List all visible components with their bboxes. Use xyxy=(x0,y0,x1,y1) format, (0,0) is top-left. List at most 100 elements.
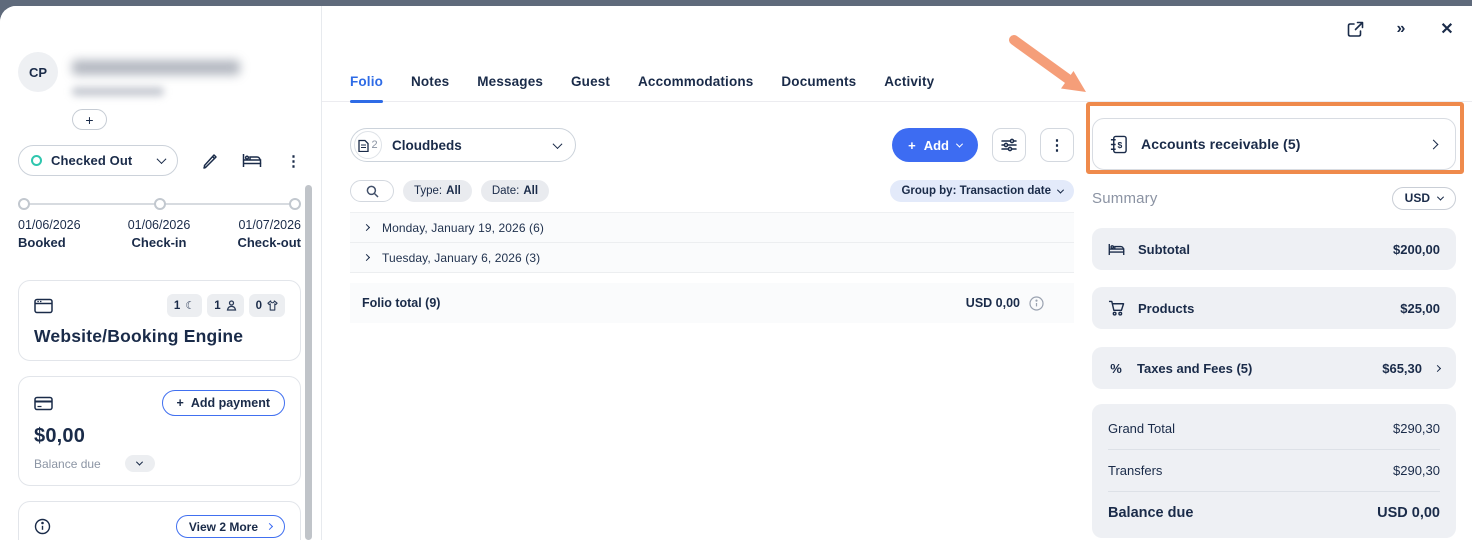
tab-documents[interactable]: Documents xyxy=(781,62,856,102)
balance-due-label: Balance due xyxy=(1108,505,1193,521)
folio-content: 2 Cloudbeds + Add xyxy=(322,102,1472,540)
ledger-icon: $ xyxy=(1109,135,1128,154)
person-icon xyxy=(226,300,237,311)
chevron-right-icon xyxy=(363,224,370,231)
group-by-dropdown[interactable]: Group by: Transaction date xyxy=(890,180,1074,202)
summary-header: Summary USD xyxy=(1092,186,1456,210)
group-by-label: Group by: Transaction date xyxy=(901,185,1051,197)
close-drawer-button[interactable]: ✕ xyxy=(1436,18,1458,40)
booking-source-card: 1 ☾ 1 0 xyxy=(18,280,301,361)
filter-settings-button[interactable] xyxy=(992,128,1026,162)
add-tag-button[interactable]: + xyxy=(72,109,107,130)
children-count: 0 xyxy=(256,300,262,312)
detail-tabs: Folio Notes Messages Guest Accommodation… xyxy=(322,62,1472,102)
balance-due-row: Balance due USD 0,00 xyxy=(1108,492,1440,534)
guest-name-redacted xyxy=(72,60,240,75)
add-payment-label: Add payment xyxy=(191,396,270,410)
date-filter-chip[interactable]: Date: All xyxy=(481,180,549,202)
add-payment-button[interactable]: + Add payment xyxy=(162,390,286,416)
balance-due-amount: USD 0,00 xyxy=(1377,505,1440,521)
folio-selector-dropdown[interactable]: 2 Cloudbeds xyxy=(350,128,576,162)
chevron-down-icon xyxy=(157,154,167,164)
info-icon xyxy=(34,518,51,535)
stay-timeline: 01/06/2026 Booked 01/06/2026 Check-in 01… xyxy=(18,198,301,256)
view-more-button[interactable]: View 2 More xyxy=(176,515,285,538)
cart-icon xyxy=(1108,300,1125,316)
svg-text:$: $ xyxy=(1118,139,1123,149)
percent-icon: % xyxy=(1108,361,1124,376)
plus-icon: + xyxy=(908,138,916,153)
date-label: Date: xyxy=(492,185,520,197)
search-button[interactable] xyxy=(350,180,394,202)
tab-folio[interactable]: Folio xyxy=(350,62,383,102)
tab-accommodations[interactable]: Accommodations xyxy=(638,62,753,102)
group-label: Tuesday, January 6, 2026 (3) xyxy=(382,251,540,265)
guest-identity xyxy=(72,52,240,96)
add-transaction-button[interactable]: + Add xyxy=(892,128,978,162)
currency-value: USD xyxy=(1405,191,1430,205)
summary-title: Summary xyxy=(1092,190,1158,207)
products-amount: $25,00 xyxy=(1400,301,1440,316)
timeline-dot-checkin xyxy=(154,198,166,210)
currency-dropdown[interactable]: USD xyxy=(1392,187,1456,210)
edit-reservation-button[interactable] xyxy=(202,153,218,169)
assign-room-button[interactable] xyxy=(242,153,262,168)
accounts-receivable-card[interactable]: $ Accounts receivable (5) xyxy=(1092,118,1456,170)
stay-badges: 1 ☾ 1 0 xyxy=(167,294,285,317)
chevron-right-icon xyxy=(363,254,370,261)
transfers-label: Transfers xyxy=(1108,463,1162,478)
accounts-receivable-label: Accounts receivable (5) xyxy=(1141,136,1417,152)
drawer-sheet: CP + Checked Out xyxy=(0,6,1472,540)
type-filter-chip[interactable]: Type: All xyxy=(403,180,472,202)
collapse-drawer-button[interactable]: » xyxy=(1390,18,1412,40)
credit-card-icon xyxy=(34,396,53,411)
main-panel: » ✕ Folio Notes Messages Guest Accommoda… xyxy=(322,6,1472,540)
timeline-booked: 01/06/2026 Booked xyxy=(18,218,81,250)
chevron-right-icon xyxy=(266,523,273,530)
group-row-tuesday[interactable]: Tuesday, January 6, 2026 (3) xyxy=(350,243,1074,273)
type-label: Type: xyxy=(414,185,442,197)
subtotal-row[interactable]: Subtotal $200,00 xyxy=(1092,228,1456,270)
tab-guest[interactable]: Guest xyxy=(571,62,610,102)
taxes-fees-label: Taxes and Fees (5) xyxy=(1137,361,1369,376)
chevron-right-icon xyxy=(1429,139,1439,149)
pencil-icon xyxy=(202,153,218,169)
booking-source-title: Website/Booking Engine xyxy=(34,326,285,347)
folio-count: 2 xyxy=(371,139,377,151)
sidebar-scrollbar[interactable] xyxy=(305,185,312,540)
balance-expand-button[interactable] xyxy=(125,455,155,472)
booked-date: 01/06/2026 xyxy=(18,218,81,232)
folio-count-badge: 2 xyxy=(354,131,382,159)
reservation-status-dropdown[interactable]: Checked Out xyxy=(18,145,178,176)
guest-email-redacted xyxy=(72,87,164,96)
subtotal-label: Subtotal xyxy=(1138,242,1380,257)
document-icon xyxy=(358,139,369,152)
taxes-fees-amount: $65,30 xyxy=(1382,361,1422,376)
transaction-groups: Monday, January 19, 2026 (6) Tuesday, Ja… xyxy=(350,212,1074,273)
view-more-label: View 2 More xyxy=(189,520,258,534)
guest-sidebar: CP + Checked Out xyxy=(0,6,322,540)
products-row[interactable]: Products $25,00 xyxy=(1092,287,1456,329)
folio-toolbar: 2 Cloudbeds + Add xyxy=(350,128,1074,162)
balance-amount: $0,00 xyxy=(34,425,285,448)
bed-icon xyxy=(242,153,262,168)
grand-total-label: Grand Total xyxy=(1108,421,1175,436)
group-row-monday[interactable]: Monday, January 19, 2026 (6) xyxy=(350,213,1074,243)
checkout-date: 01/07/2026 xyxy=(237,218,301,232)
sliders-icon xyxy=(1001,138,1017,152)
folio-more-button[interactable]: ⋮ xyxy=(1040,128,1074,162)
grand-total-amount: $290,30 xyxy=(1393,421,1440,436)
tab-messages[interactable]: Messages xyxy=(477,62,543,102)
folio-column: 2 Cloudbeds + Add xyxy=(350,128,1074,323)
taxes-fees-row[interactable]: % Taxes and Fees (5) $65,30 xyxy=(1092,347,1456,389)
more-actions-button[interactable]: ⋮ xyxy=(286,152,301,170)
open-in-new-window-button[interactable] xyxy=(1344,18,1366,40)
external-link-icon xyxy=(1347,21,1364,38)
tab-activity[interactable]: Activity xyxy=(884,62,934,102)
checkout-label: Check-out xyxy=(237,235,301,250)
guests-badge: 1 xyxy=(207,294,243,317)
status-row: Checked Out ⋮ xyxy=(18,145,301,176)
window-actions: » ✕ xyxy=(1344,18,1458,40)
chevron-down-icon xyxy=(136,459,143,466)
tab-notes[interactable]: Notes xyxy=(411,62,449,102)
